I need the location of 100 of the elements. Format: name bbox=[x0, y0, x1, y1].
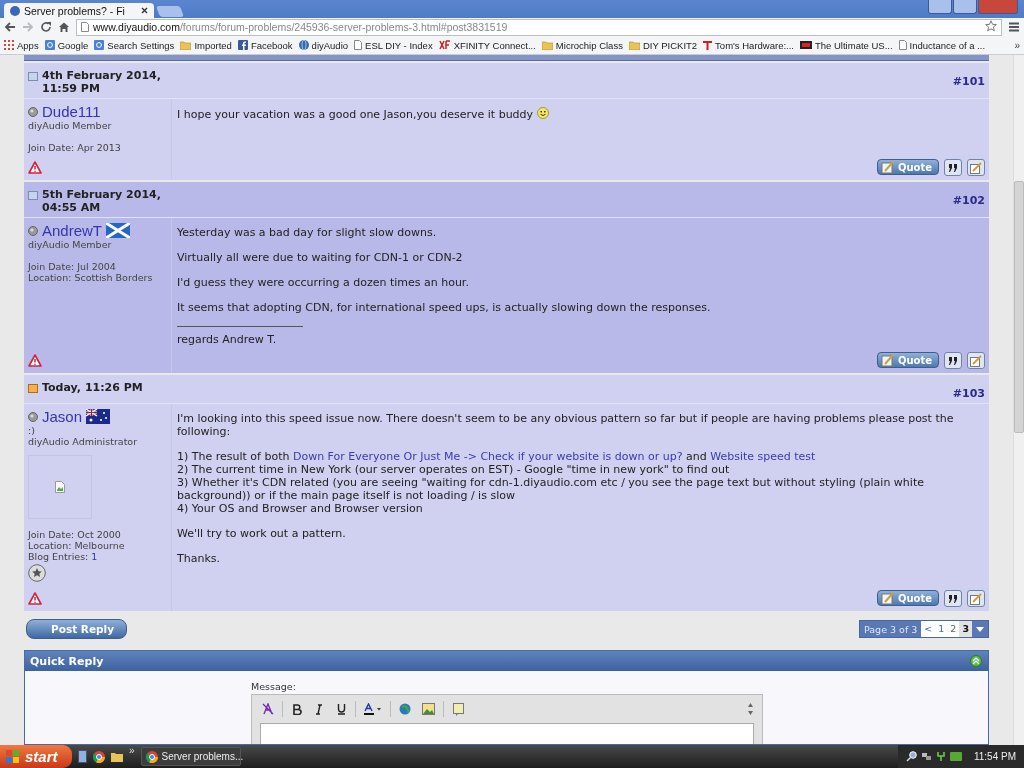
post-date: 5th February 2014, 04:55 AM bbox=[42, 188, 162, 214]
warning-icon bbox=[28, 592, 42, 605]
username[interactable]: AndrewT bbox=[42, 222, 103, 239]
bookmark[interactable]: Tom's Hardware:... bbox=[703, 39, 794, 51]
status-dot-icon bbox=[28, 225, 38, 236]
folder-icon bbox=[628, 40, 640, 50]
post-text: I'm looking into this speed issue now. There doesn't seem to be any obvious pattern so far but if people are having problems please post the following: bbox=[177, 412, 954, 438]
pencil-note-icon bbox=[970, 354, 982, 367]
collapse-icon[interactable] bbox=[970, 655, 982, 667]
quote-marks-icon bbox=[947, 161, 959, 174]
quick-reply-button[interactable] bbox=[967, 352, 985, 369]
taskbar-task[interactable]: Server problems... bbox=[140, 747, 241, 766]
status-dot-icon bbox=[28, 411, 38, 422]
broken-image-icon bbox=[55, 481, 65, 493]
user-detail: Location: Melbourne bbox=[28, 540, 126, 551]
post-number[interactable]: #102 bbox=[952, 188, 985, 207]
remove-format-icon bbox=[262, 703, 274, 715]
close-icon[interactable] bbox=[141, 7, 148, 14]
quote-marks-icon bbox=[947, 592, 959, 605]
post-text: Thanks. bbox=[177, 552, 220, 565]
insert-image-button[interactable] bbox=[420, 700, 437, 718]
bookmark[interactable]: Imported bbox=[180, 39, 232, 51]
page-link[interactable]: 2 bbox=[947, 621, 960, 637]
pencil-note-icon bbox=[880, 354, 895, 367]
start-button[interactable]: start bbox=[0, 745, 72, 768]
apps-grid-icon bbox=[4, 40, 14, 50]
scrollbar[interactable] bbox=[1013, 55, 1024, 745]
post-link[interactable]: Down For Everyone Or Just Me -> Check if your website is down or up? bbox=[292, 450, 683, 463]
back-icon[interactable] bbox=[4, 21, 16, 33]
address-bar[interactable]: www.diyaudio.com/forums/forum-problems/245936-server-problems-3.html#post3831519 bbox=[76, 18, 1002, 36]
post-reply-button[interactable]: Post Reply bbox=[26, 619, 127, 639]
search-engine-icon bbox=[94, 40, 105, 50]
bookmark[interactable]: Apps bbox=[4, 39, 39, 51]
text-color-icon bbox=[364, 703, 382, 715]
bookmarks-more[interactable]: » bbox=[1014, 39, 1020, 51]
bookmark[interactable]: ESL DIY - Index bbox=[354, 39, 433, 51]
post-number[interactable]: #103 bbox=[952, 381, 985, 400]
plug-icon bbox=[935, 751, 946, 762]
bookmark[interactable]: diyAudio bbox=[298, 39, 349, 51]
username[interactable]: Jason bbox=[42, 408, 83, 425]
bookmark[interactable]: DIY PICKIT2 bbox=[628, 39, 698, 51]
multi-quote-button[interactable] bbox=[944, 352, 962, 369]
user-detail: Location: Scottish Borders bbox=[28, 272, 154, 283]
warning-icon bbox=[28, 354, 42, 367]
clock: 11:54 PM bbox=[973, 751, 1016, 762]
page-link[interactable]: 3 bbox=[959, 621, 972, 637]
underline-icon bbox=[336, 703, 346, 715]
resize-arrows-icon[interactable] bbox=[747, 702, 754, 715]
previous-page-link[interactable]: < bbox=[921, 621, 936, 637]
quote-box-icon bbox=[452, 702, 464, 716]
message-label: Message: bbox=[251, 681, 297, 692]
multi-quote-button[interactable] bbox=[944, 590, 962, 607]
page-icon bbox=[898, 40, 907, 50]
bookmark[interactable]: Search Settings bbox=[94, 39, 175, 51]
folder-icon[interactable] bbox=[111, 751, 123, 762]
reload-icon[interactable] bbox=[40, 21, 52, 33]
xf-logo-icon bbox=[438, 40, 451, 50]
bookmark[interactable]: The Ultimate US... bbox=[800, 39, 893, 51]
menu-icon[interactable] bbox=[1008, 21, 1020, 33]
bookmark[interactable]: Inductance of a ... bbox=[898, 39, 986, 51]
username[interactable]: Dude111 bbox=[42, 103, 101, 120]
minimize-button[interactable] bbox=[928, 0, 952, 14]
custom-title: :) bbox=[28, 425, 36, 436]
new-tab-button[interactable] bbox=[156, 6, 184, 17]
detail-link[interactable]: 1 bbox=[91, 551, 98, 562]
bookmark[interactable]: Facebook bbox=[237, 39, 293, 51]
bookmark[interactable]: XFINITY Connect... bbox=[438, 39, 536, 51]
bookmark[interactable]: Google bbox=[44, 39, 89, 51]
quote-marks-icon bbox=[947, 354, 959, 367]
message-input-field[interactable] bbox=[260, 723, 754, 744]
maximize-button[interactable] bbox=[953, 0, 977, 14]
quick-launch-more[interactable]: » bbox=[129, 745, 135, 756]
globe-link-icon bbox=[399, 702, 412, 716]
page-link[interactable]: 1 bbox=[935, 621, 948, 637]
magnifier-icon bbox=[905, 751, 917, 762]
star-icon[interactable] bbox=[985, 20, 997, 32]
post-text: 3) Whether it's CDN related (you are seeing "waiting for cdn-1.diyaudio.com etc / you see the page text but without styling (plain white background)) or if the main page itself is not loading / is slow bbox=[177, 476, 924, 502]
post-text: We'll try to work out a pattern. bbox=[177, 527, 346, 540]
quick-reply-button[interactable] bbox=[967, 590, 985, 607]
browser-tab[interactable]: Server problems? - Fi bbox=[4, 3, 154, 18]
text-color-button[interactable] bbox=[362, 700, 384, 718]
multi-quote-button[interactable] bbox=[944, 159, 962, 176]
bookmark[interactable]: Microchip Class bbox=[541, 39, 623, 51]
windows-flag-icon bbox=[6, 750, 20, 763]
post-link[interactable]: Website speed test bbox=[710, 450, 816, 463]
document-icon[interactable] bbox=[78, 750, 87, 763]
warning-icon bbox=[28, 161, 42, 174]
post-text: Virtually all were due to waiting for CDN-1 or CDN-2 bbox=[177, 251, 463, 264]
post-number[interactable]: #101 bbox=[952, 69, 985, 88]
chrome-icon bbox=[145, 750, 158, 763]
caret-icon bbox=[976, 626, 984, 632]
site-logo-icon bbox=[800, 41, 812, 49]
post-text: It seems that adopting CDN, for international speed ups, is actually slowing down the responses. bbox=[177, 301, 711, 314]
post-date: 4th February 2014, 11:59 PM bbox=[42, 69, 162, 95]
user-detail: Join Date: Apr 2013 bbox=[28, 142, 122, 153]
home-icon[interactable] bbox=[58, 21, 70, 33]
pencil-note-icon bbox=[970, 161, 982, 174]
post-text: 1) The result of both bbox=[177, 450, 291, 463]
quick-reply-button[interactable] bbox=[967, 159, 985, 176]
insert-quote-button[interactable] bbox=[450, 700, 466, 718]
